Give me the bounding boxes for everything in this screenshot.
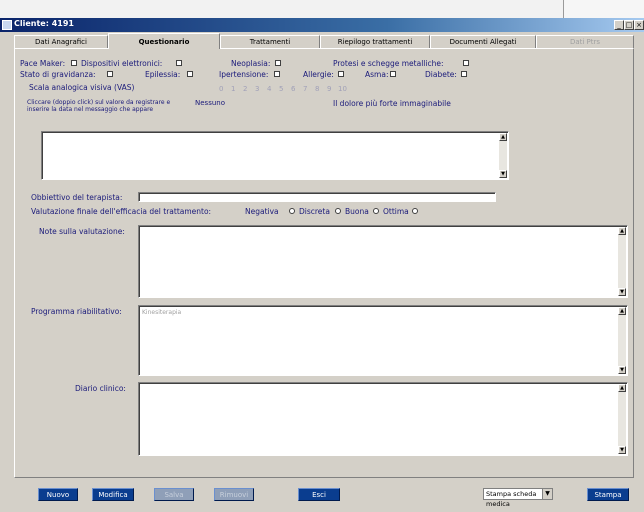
chevron-down-icon[interactable]: ▼: [542, 489, 552, 499]
tab-trattamenti[interactable]: Trattamenti: [220, 35, 320, 48]
tab-documenti-allegati[interactable]: Documenti Allegati: [430, 35, 536, 48]
programma-value: Kinesiterapia: [142, 309, 182, 316]
valutazione-option-discreta: Discreta: [299, 207, 330, 216]
allergie-checkbox[interactable]: [338, 71, 344, 77]
programma-textarea[interactable]: Kinesiterapia ▲ ▼: [138, 305, 628, 376]
dispositivi-label: Dispositivi elettronici:: [81, 59, 163, 68]
rimuovi-button: Rimuovi: [214, 488, 254, 501]
vas-history-textarea[interactable]: ▲ ▼: [41, 131, 509, 180]
valutazione-radio-discreta[interactable]: [335, 208, 341, 214]
allergie-label: Allergie:: [303, 70, 334, 79]
vas-value-9[interactable]: 9: [327, 85, 331, 93]
vas-min-label: Nessuno: [195, 99, 225, 107]
diario-label: Diario clinico:: [75, 384, 126, 393]
desktop-strip: [0, 0, 644, 18]
scroll-up-icon[interactable]: ▲: [618, 307, 626, 315]
window-title: Cliente: 4191: [14, 19, 74, 28]
questionnaire-panel: Pace Maker: Dispositivi elettronici: Neo…: [14, 48, 634, 478]
tab-questionario[interactable]: Questionario: [108, 33, 220, 49]
vas-value-8[interactable]: 8: [315, 85, 319, 93]
esci-button[interactable]: Esci: [298, 488, 340, 501]
diario-scrollbar[interactable]: ▲ ▼: [618, 384, 626, 454]
epilessia-checkbox[interactable]: [187, 71, 193, 77]
valutazione-label: Valutazione finale dell'efficacia del tr…: [31, 207, 212, 216]
valutazione-radio-buona[interactable]: [373, 208, 379, 214]
vas-value-1[interactable]: 1: [231, 85, 235, 93]
vas-value-2[interactable]: 2: [243, 85, 247, 93]
vas-value-4[interactable]: 4: [267, 85, 271, 93]
maximize-icon[interactable]: □: [624, 20, 634, 30]
scroll-up-icon[interactable]: ▲: [499, 133, 507, 141]
salva-button: Salva: [154, 488, 194, 501]
tab-dati-ptrs: Dati Ptrs: [536, 35, 634, 48]
valutazione-radio-ottima[interactable]: [412, 208, 418, 214]
tab-riepilogo-trattamenti[interactable]: Riepilogo trattamenti: [320, 35, 430, 48]
tab-dati-anagrafici[interactable]: Dati Anagrafici: [14, 35, 108, 48]
vas-instructions: Cliccare (doppio click) sul valore da re…: [27, 99, 171, 113]
print-select[interactable]: Stampa scheda medica ▼: [483, 488, 553, 508]
valutazione-option-ottima: Ottima: [383, 207, 409, 216]
ipertensione-checkbox[interactable]: [274, 71, 280, 77]
gravidanza-label: Stato di gravidanza:: [20, 70, 96, 79]
asma-label: Asma:: [365, 70, 389, 79]
note-scrollbar[interactable]: ▲ ▼: [618, 227, 626, 296]
diabete-label: Diabete:: [425, 70, 457, 79]
scroll-down-icon[interactable]: ▼: [618, 366, 626, 374]
scroll-down-icon[interactable]: ▼: [618, 446, 626, 454]
vas-value-7[interactable]: 7: [303, 85, 307, 93]
title-bar: Cliente: 4191 _ □ ×: [0, 18, 644, 32]
ipertensione-label: Ipertensione:: [219, 70, 269, 79]
scroll-down-icon[interactable]: ▼: [618, 288, 626, 296]
valutazione-option-buona: Buona: [345, 207, 369, 216]
neoplasia-label: Neoplasia:: [231, 59, 271, 68]
minimize-icon[interactable]: _: [614, 20, 624, 30]
vas-value-6[interactable]: 6: [291, 85, 295, 93]
valutazione-radio-negativa[interactable]: [289, 208, 295, 214]
vas-value-3[interactable]: 3: [255, 85, 259, 93]
note-textarea[interactable]: ▲ ▼: [138, 225, 628, 298]
vas-max-label: Il dolore più forte immaginabile: [333, 99, 451, 108]
close-icon[interactable]: ×: [634, 20, 644, 30]
vas-label: Scala analogica visiva (VAS): [29, 83, 135, 92]
obiettivo-input[interactable]: [138, 192, 496, 202]
neoplasia-checkbox[interactable]: [275, 60, 281, 66]
stampa-button[interactable]: Stampa: [587, 488, 629, 501]
scroll-down-icon[interactable]: ▼: [499, 170, 507, 178]
pacemaker-checkbox[interactable]: [71, 60, 77, 66]
scroll-up-icon[interactable]: ▲: [618, 384, 626, 392]
programma-label: Programma riabilitativo:: [31, 307, 122, 316]
vas-value-5[interactable]: 5: [279, 85, 283, 93]
gravidanza-checkbox[interactable]: [107, 71, 113, 77]
vas-value-0[interactable]: 0: [219, 85, 223, 93]
protesi-label: Protesi e schegge metalliche:: [333, 59, 444, 68]
diabete-checkbox[interactable]: [461, 71, 467, 77]
app-icon: [2, 20, 12, 30]
scroll-up-icon[interactable]: ▲: [618, 227, 626, 235]
modifica-button[interactable]: Modifica: [92, 488, 134, 501]
protesi-checkbox[interactable]: [463, 60, 469, 66]
diario-textarea[interactable]: ▲ ▼: [138, 382, 628, 456]
pacemaker-label: Pace Maker:: [20, 59, 66, 68]
client-window: Cliente: 4191 _ □ × Dati Anagrafici Ques…: [0, 18, 644, 512]
programma-scrollbar[interactable]: ▲ ▼: [618, 307, 626, 374]
vas-history-scrollbar[interactable]: ▲ ▼: [499, 133, 507, 178]
epilessia-label: Epilessia:: [145, 70, 181, 79]
background-window-edge: [563, 0, 644, 18]
nuovo-button[interactable]: Nuovo: [38, 488, 78, 501]
asma-checkbox[interactable]: [390, 71, 396, 77]
vas-value-10[interactable]: 10: [338, 85, 347, 93]
note-label: Note sulla valutazione:: [39, 227, 125, 236]
valutazione-option-negativa: Negativa: [245, 207, 279, 216]
obiettivo-label: Obbiettivo del terapista:: [31, 193, 123, 202]
dispositivi-checkbox[interactable]: [176, 60, 182, 66]
